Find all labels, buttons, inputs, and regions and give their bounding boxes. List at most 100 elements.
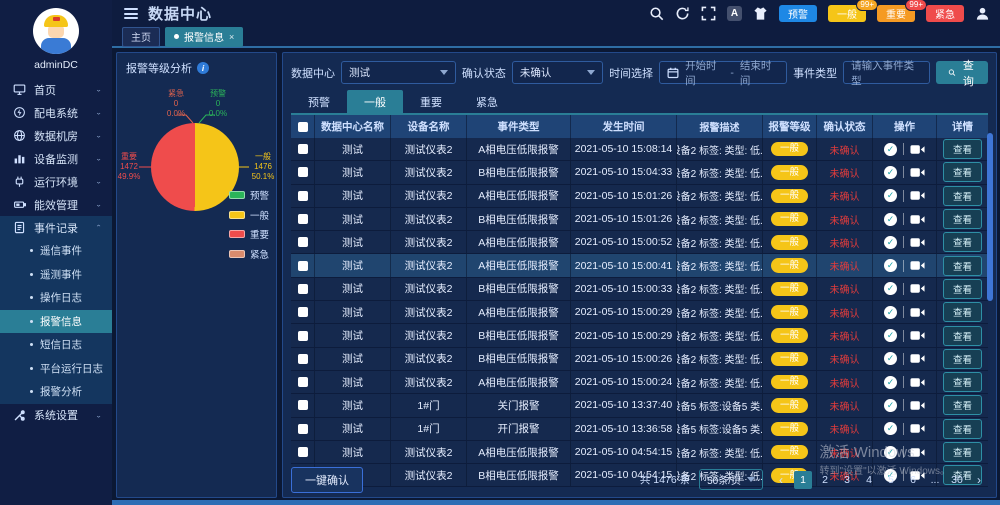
legend-item-紧急[interactable]: 紧急 (229, 247, 269, 261)
row-checkbox[interactable] (298, 354, 308, 364)
table-scrollbar[interactable] (987, 133, 993, 301)
camera-icon[interactable] (910, 214, 925, 225)
tab-预警[interactable]: 预警 (291, 90, 347, 113)
view-button[interactable]: 查看 (943, 326, 982, 346)
view-button[interactable]: 查看 (943, 419, 982, 439)
breadcrumb-home[interactable]: 主页 (122, 27, 160, 47)
search-button[interactable]: 查询 (936, 61, 988, 84)
breadcrumb-tab-alarm-info[interactable]: 报警信息 × (165, 27, 243, 47)
view-button[interactable]: 查看 (943, 209, 982, 229)
view-button[interactable]: 查看 (943, 139, 982, 159)
row-checkbox[interactable] (298, 191, 308, 201)
sidebar-item-平台运行日志[interactable]: 平台运行日志 (0, 357, 112, 381)
view-button[interactable]: 查看 (943, 372, 982, 392)
confirm-check-icon[interactable]: ✓ (884, 399, 897, 412)
sidebar-item-遥测事件[interactable]: 遥测事件 (0, 263, 112, 287)
table-row[interactable]: 测试测试仪表2B相电压低限报警2021-05-10 15:00:29设备2 标签… (291, 324, 988, 347)
legend-item-预警[interactable]: 预警 (229, 188, 269, 202)
date-range-picker[interactable]: 开始时间 - 结束时间 (659, 61, 787, 84)
sidebar-item-设备监测[interactable]: 设备监测⌄ (0, 147, 112, 170)
camera-icon[interactable] (910, 330, 925, 341)
view-button[interactable]: 查看 (943, 279, 982, 299)
confirm-check-icon[interactable]: ✓ (884, 213, 897, 226)
camera-icon[interactable] (910, 423, 925, 434)
table-row[interactable]: 测试测试仪表2A相电压低限报警2021-05-10 15:08:14设备2 标签… (291, 138, 988, 161)
view-button[interactable]: 查看 (943, 162, 982, 182)
camera-icon[interactable] (910, 190, 925, 201)
sidebar-item-首页[interactable]: 首页⌄ (0, 78, 112, 101)
tab-紧急[interactable]: 紧急 (459, 90, 515, 113)
row-checkbox[interactable] (298, 400, 308, 410)
sidebar-item-操作日志[interactable]: 操作日志 (0, 286, 112, 310)
confirm-check-icon[interactable]: ✓ (884, 189, 897, 202)
table-row[interactable]: 测试测试仪表2B相电压低限报警2021-05-10 15:04:33设备2 标签… (291, 161, 988, 184)
search-icon[interactable] (649, 6, 664, 21)
table-row[interactable]: 测试测试仪表2B相电压低限报警2021-05-10 15:00:26设备2 标签… (291, 348, 988, 371)
page-button-30[interactable]: 30 (948, 471, 966, 489)
camera-icon[interactable] (910, 353, 925, 364)
refresh-icon[interactable] (675, 6, 690, 21)
camera-icon[interactable] (910, 447, 925, 458)
sidebar-item-运行环境[interactable]: 运行环境⌄ (0, 170, 112, 193)
confirm-all-button[interactable]: 一键确认 (291, 467, 363, 493)
alarm-badge-预警[interactable]: 预警 (779, 5, 817, 22)
row-checkbox[interactable] (298, 424, 308, 434)
alarm-badge-重要[interactable]: 重要99+ (877, 5, 915, 22)
next-page-button[interactable]: › (970, 471, 988, 489)
sidebar-item-能效管理[interactable]: 能效管理⌄ (0, 193, 112, 216)
close-tab-icon[interactable]: × (229, 32, 234, 42)
confirm-check-icon[interactable]: ✓ (884, 259, 897, 272)
alarm-badge-一般[interactable]: 一般99+ (828, 5, 866, 22)
row-checkbox[interactable] (298, 261, 308, 271)
translate-icon[interactable]: A (727, 6, 742, 21)
event-type-input[interactable]: 请输入事件类型 (843, 61, 930, 84)
row-checkbox[interactable] (298, 331, 308, 341)
sidebar-item-遥信事件[interactable]: 遥信事件 (0, 239, 112, 263)
confirm-check-icon[interactable]: ✓ (884, 236, 897, 249)
tab-一般[interactable]: 一般 (347, 90, 403, 113)
tab-重要[interactable]: 重要 (403, 90, 459, 113)
page-button-3[interactable]: 3 (838, 471, 856, 489)
sidebar-item-系统设置[interactable]: 系统设置⌄ (0, 404, 112, 427)
datacenter-select[interactable]: 测试 (341, 61, 456, 84)
confirm-check-icon[interactable]: ✓ (884, 422, 897, 435)
page-button-6[interactable]: 6 (904, 471, 922, 489)
user-profile[interactable]: adminDC (0, 0, 112, 72)
view-button[interactable]: 查看 (943, 256, 982, 276)
camera-icon[interactable] (910, 283, 925, 294)
info-icon[interactable]: i (197, 62, 209, 74)
page-button-2[interactable]: 2 (816, 471, 834, 489)
avatar[interactable] (33, 8, 79, 54)
camera-icon[interactable] (910, 400, 925, 411)
view-button[interactable]: 查看 (943, 232, 982, 252)
table-row[interactable]: 测试测试仪表2B相电压低限报警2021-05-10 15:01:26设备2 标签… (291, 208, 988, 231)
view-button[interactable]: 查看 (943, 349, 982, 369)
table-row[interactable]: 测试测试仪表2A相电压低限报警2021-05-10 04:54:15设备2 标签… (291, 441, 988, 464)
alarm-badge-紧急[interactable]: 紧急 (926, 5, 964, 22)
status-select[interactable]: 未确认 (512, 61, 603, 84)
page-button-4[interactable]: 4 (860, 471, 878, 489)
confirm-check-icon[interactable]: ✓ (884, 329, 897, 342)
view-button[interactable]: 查看 (943, 186, 982, 206)
page-button-1[interactable]: 1 (794, 471, 812, 489)
hamburger-menu-icon[interactable] (124, 6, 138, 22)
table-row[interactable]: 测试测试仪表2A相电压低限报警2021-05-10 15:00:29设备2 标签… (291, 301, 988, 324)
confirm-check-icon[interactable]: ✓ (884, 282, 897, 295)
prev-page-button[interactable]: ‹ (772, 471, 790, 489)
confirm-check-icon[interactable]: ✓ (884, 143, 897, 156)
view-button[interactable]: 查看 (943, 302, 982, 322)
confirm-check-icon[interactable]: ✓ (884, 352, 897, 365)
select-all-checkbox[interactable] (298, 122, 308, 132)
table-row[interactable]: 测试1#门关门报警2021-05-10 13:37:40设备5 标签:设备5 类… (291, 394, 988, 417)
row-checkbox[interactable] (298, 214, 308, 224)
camera-icon[interactable] (910, 307, 925, 318)
confirm-check-icon[interactable]: ✓ (884, 376, 897, 389)
sidebar-item-短信日志[interactable]: 短信日志 (0, 333, 112, 357)
row-checkbox[interactable] (298, 307, 308, 317)
camera-icon[interactable] (910, 237, 925, 248)
camera-icon[interactable] (910, 144, 925, 155)
row-checkbox[interactable] (298, 377, 308, 387)
table-row[interactable]: 测试1#门开门报警2021-05-10 13:36:58设备5 标签:设备5 类… (291, 418, 988, 441)
user-icon[interactable] (975, 6, 990, 21)
sidebar-item-事件记录[interactable]: 事件记录⌃ (0, 216, 112, 239)
